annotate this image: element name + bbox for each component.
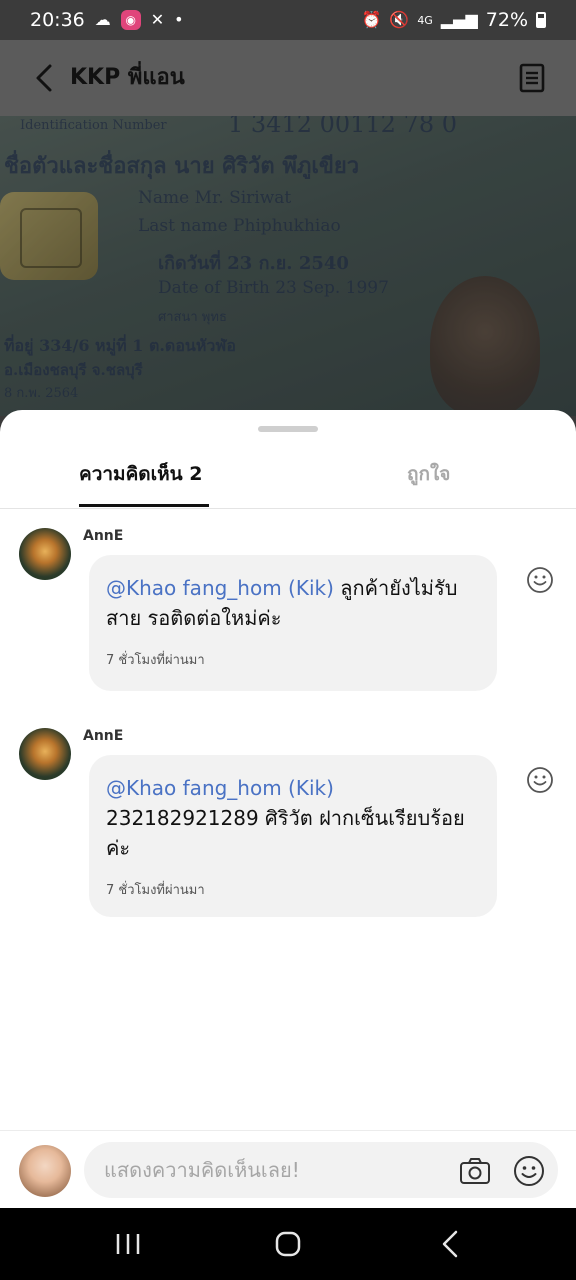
cloud-icon: ☁ bbox=[94, 10, 111, 29]
smiley-icon[interactable] bbox=[526, 566, 554, 594]
smiley-icon[interactable] bbox=[526, 766, 554, 794]
comment-bubble[interactable]: @Khao fang_hom (Kik) 232182921289 ศิริวัต… bbox=[89, 755, 497, 917]
tab-likes[interactable]: ถูกใจ bbox=[407, 454, 450, 494]
sheet-drag-handle[interactable] bbox=[258, 426, 318, 432]
photo-overlay bbox=[0, 116, 576, 416]
network-label: 4G bbox=[417, 13, 433, 27]
home-icon[interactable] bbox=[270, 1226, 306, 1262]
avatar[interactable] bbox=[19, 728, 71, 780]
comment-author[interactable]: AnnE bbox=[83, 728, 123, 744]
smiley-icon[interactable] bbox=[512, 1154, 546, 1188]
active-tab-indicator bbox=[79, 504, 209, 507]
avatar[interactable] bbox=[19, 528, 71, 580]
details-button[interactable] bbox=[514, 60, 550, 96]
comment-bubble[interactable]: @Khao fang_hom (Kik) ลูกค้ายังไม่รับสาย … bbox=[89, 555, 497, 691]
comment-body: 232182921289 ศิริวัต ฝากเซ็นเรียบร้อยค่ะ bbox=[106, 806, 465, 860]
status-time: 20:36 bbox=[30, 9, 85, 31]
back-nav-icon[interactable] bbox=[436, 1228, 466, 1260]
mute-icon: 🔇 bbox=[389, 10, 410, 29]
camera-icon[interactable] bbox=[458, 1154, 492, 1188]
status-left: 20:36 ☁ ◉ ✕ • bbox=[30, 0, 184, 40]
tab-comments[interactable]: ความคิดเห็น 2 bbox=[79, 454, 202, 494]
page-title: KKP พี่แอน bbox=[70, 65, 185, 90]
comment-text: @Khao fang_hom (Kik) 232182921289 ศิริวัต… bbox=[106, 773, 479, 863]
comment-input[interactable] bbox=[104, 1142, 444, 1198]
signal-icon: ▂▄▆ bbox=[440, 10, 478, 29]
butterfly-icon: ✕ bbox=[150, 10, 165, 29]
comment-time: 7 ชั่วโมงที่ผ่านมา bbox=[106, 883, 205, 898]
battery-text: 72% bbox=[485, 9, 528, 31]
comment-text: @Khao fang_hom (Kik) ลูกค้ายังไม่รับสาย … bbox=[106, 573, 479, 633]
comment-author[interactable]: AnnE bbox=[83, 528, 123, 544]
mention-link[interactable]: @Khao fang_hom (Kik) bbox=[106, 773, 479, 803]
post-header: KKP พี่แอน bbox=[0, 40, 576, 116]
recents-icon[interactable] bbox=[110, 1230, 146, 1258]
comment-time: 7 ชั่วโมงที่ผ่านมา bbox=[106, 653, 205, 668]
system-nav-bar bbox=[0, 1208, 576, 1280]
mention-link[interactable]: @Khao fang_hom (Kik) bbox=[106, 576, 334, 600]
comment-input-container[interactable] bbox=[84, 1142, 558, 1198]
comments-sheet: ความคิดเห็น 2 ถูกใจ AnnE @Khao fang_hom … bbox=[0, 410, 576, 1208]
my-avatar bbox=[19, 1145, 71, 1197]
chevron-left-icon bbox=[36, 64, 52, 92]
dot-icon: • bbox=[174, 10, 184, 29]
status-right: ⏰ 🔇 4G ▂▄▆ 72% bbox=[361, 0, 546, 40]
post-photo: Identification Number 1 3412 00112 78 0 … bbox=[0, 116, 576, 416]
alarm-icon: ⏰ bbox=[361, 10, 382, 29]
comment-composer bbox=[0, 1130, 576, 1209]
app-notification-icon: ◉ bbox=[120, 10, 141, 30]
battery-icon bbox=[536, 12, 546, 28]
tabs-divider bbox=[0, 508, 576, 509]
status-bar: 20:36 ☁ ◉ ✕ • ⏰ 🔇 4G ▂▄▆ 72% bbox=[0, 0, 576, 40]
back-button[interactable] bbox=[24, 58, 64, 98]
document-icon bbox=[519, 63, 545, 93]
